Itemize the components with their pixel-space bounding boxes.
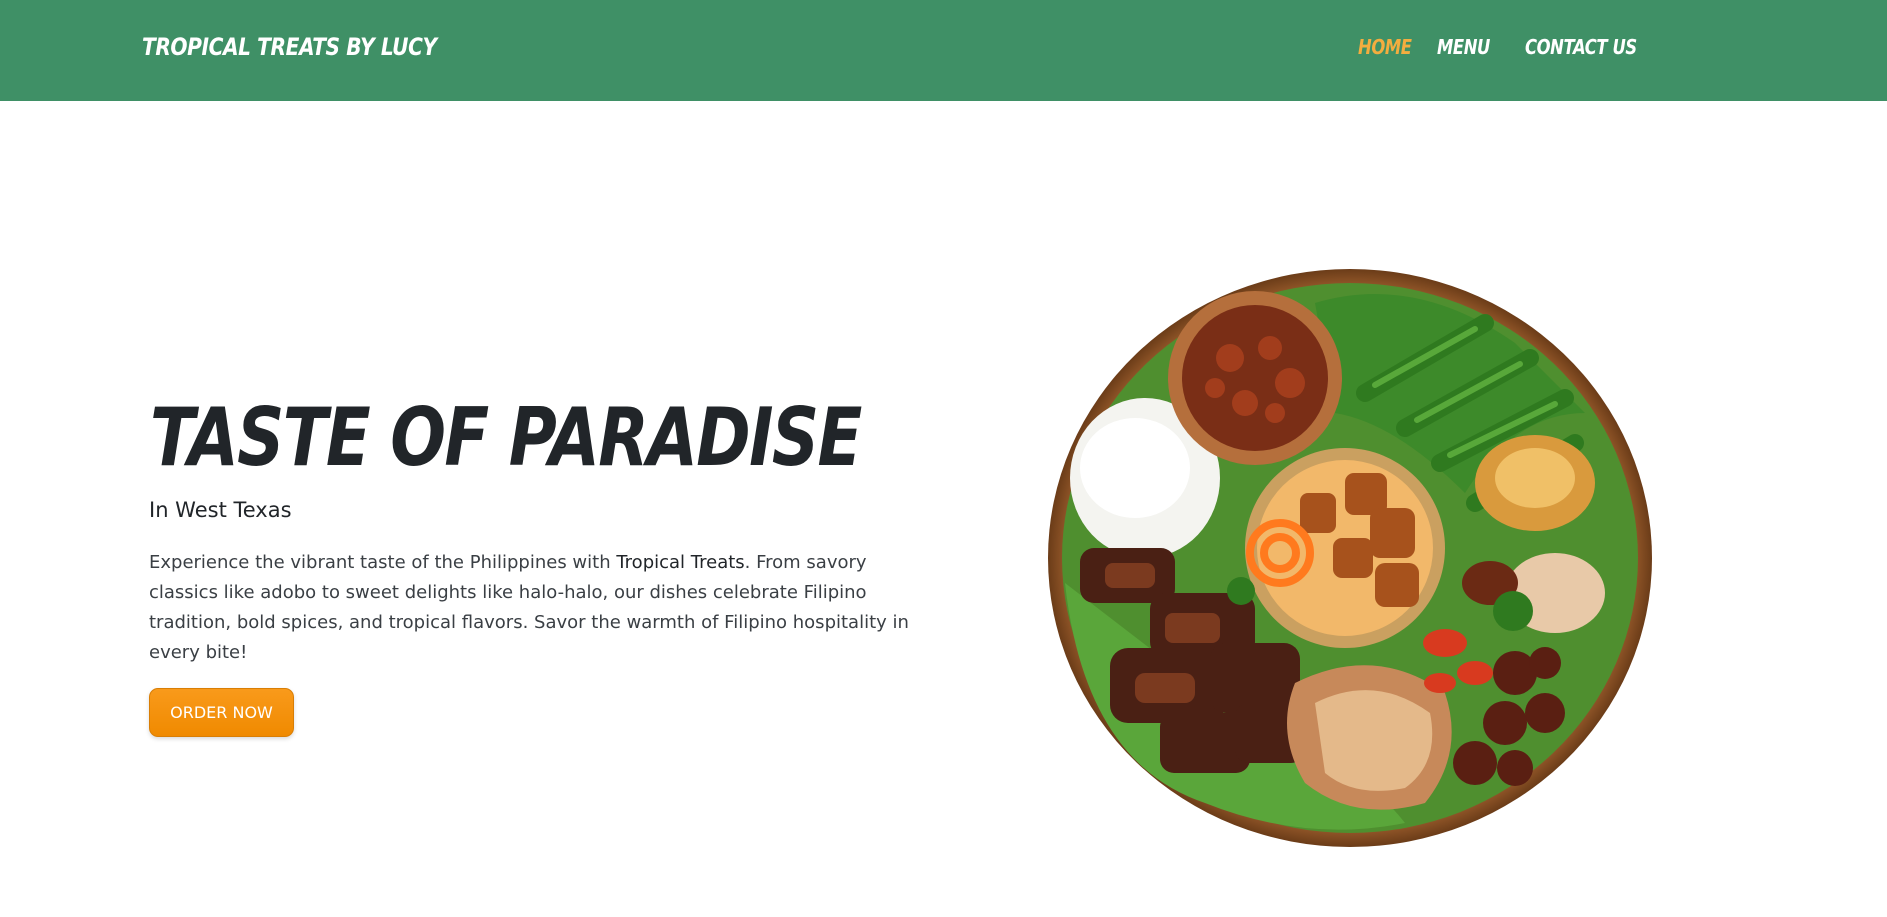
nav-item-contact-us[interactable]: CONTACT US (1525, 35, 1637, 59)
nav-item-home[interactable]: HOME (1358, 35, 1412, 59)
hero-subtitle: In West Texas (149, 498, 292, 522)
filipino-food-platter-icon (1048, 269, 1652, 847)
hero-description: Experience the vibrant taste of the Phil… (149, 548, 909, 668)
brand-logo-link[interactable]: TROPICAL TREATS BY LUCY (142, 33, 437, 61)
hero-title: TASTE OF PARADISE (150, 391, 862, 484)
main-nav: HOME MENU CONTACT US (1358, 35, 1661, 59)
navbar: TROPICAL TREATS BY LUCY HOME MENU CONTAC… (0, 0, 1887, 101)
nav-item-menu[interactable]: MENU (1437, 35, 1490, 59)
hero-description-brand: Tropical Treats (616, 552, 745, 573)
order-now-button[interactable]: ORDER NOW (149, 688, 294, 737)
hero-description-intro: Experience the vibrant taste of the Phil… (149, 552, 617, 573)
